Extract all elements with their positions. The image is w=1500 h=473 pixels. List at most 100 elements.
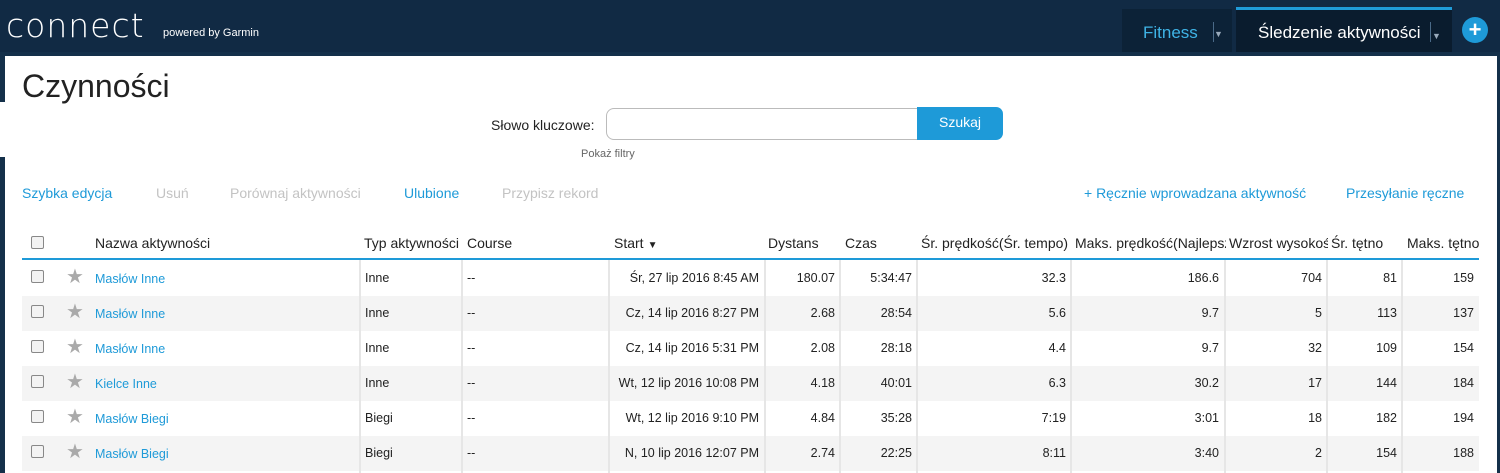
cell-time: 35:28: [880, 411, 912, 425]
favorite-star-icon[interactable]: ★: [66, 372, 84, 392]
page-title: Czynności: [22, 68, 170, 104]
cell-start: Wt, 12 lip 2016 10:08 PM: [618, 376, 759, 390]
cell-avg-hr: 182: [1376, 411, 1397, 425]
cell-avg-hr: 81: [1383, 271, 1397, 285]
nav-divider: [1213, 22, 1214, 42]
nav-activity-tracking[interactable]: Śledzenie aktywności ▼: [1236, 7, 1452, 52]
cell-max-hr: 137: [1453, 306, 1474, 320]
cell-distance: 180.07: [796, 271, 835, 285]
connect-logo[interactable]: connect: [6, 6, 145, 46]
col-header-type[interactable]: Typ aktywności: [364, 235, 461, 251]
cell-type: Inne: [365, 271, 390, 285]
add-plus-button[interactable]: +: [1462, 17, 1488, 43]
search-input[interactable]: [606, 108, 926, 140]
nav-divider: [1430, 22, 1431, 42]
cell-avg-speed: 7:19: [1041, 411, 1066, 425]
cell-time: 28:54: [880, 306, 912, 320]
manual-upload-link[interactable]: Przesyłanie ręczne: [1346, 185, 1464, 201]
nav-fitness-label: Fitness: [1143, 23, 1198, 42]
column-divider: [916, 260, 918, 473]
cell-avg-speed: 32.3: [1041, 271, 1066, 285]
cell-distance: 2.68: [810, 306, 835, 320]
chevron-down-icon[interactable]: ▼: [1214, 29, 1223, 39]
chevron-down-icon[interactable]: ▼: [1432, 31, 1441, 41]
cell-max-hr: 184: [1453, 376, 1474, 390]
activity-name-link[interactable]: Masłów Inne: [95, 307, 165, 321]
top-bar: connect powered by Garmin Fitness ▼ Śled…: [0, 0, 1500, 52]
favorite-star-icon[interactable]: ★: [66, 442, 84, 462]
col-header-start[interactable]: Start ▼: [614, 235, 754, 251]
cell-distance: 4.18: [810, 376, 835, 390]
cell-course: --: [467, 271, 476, 285]
select-all-checkbox[interactable]: [31, 236, 44, 249]
activity-name-link[interactable]: Masłów Inne: [95, 342, 165, 356]
table-header-underline: [22, 258, 1479, 260]
cell-elevation-gain: 18: [1308, 411, 1322, 425]
cell-start: Cz, 14 lip 2016 8:27 PM: [625, 306, 759, 320]
favorite-star-icon[interactable]: ★: [66, 407, 84, 427]
row-checkbox[interactable]: [31, 270, 44, 283]
activity-name-link[interactable]: Kielce Inne: [95, 377, 157, 391]
cell-elevation-gain: 2: [1315, 446, 1322, 460]
cell-max-hr: 188: [1453, 446, 1474, 460]
activity-name-link[interactable]: Masłów Biegi: [95, 412, 169, 426]
column-divider: [359, 260, 361, 473]
cell-time: 40:01: [880, 376, 912, 390]
favorite-star-icon[interactable]: ★: [66, 302, 84, 322]
cell-time: 22:25: [880, 446, 912, 460]
cell-start: N, 10 lip 2016 12:07 PM: [624, 446, 759, 460]
cell-type: Inne: [365, 376, 390, 390]
cell-course: --: [467, 376, 476, 390]
cell-avg-hr: 144: [1376, 376, 1397, 390]
col-header-course[interactable]: Course: [467, 235, 607, 251]
cell-elevation-gain: 17: [1308, 376, 1322, 390]
cell-max-speed: 9.7: [1201, 306, 1219, 320]
search-button[interactable]: Szukaj: [917, 107, 1003, 140]
cell-max-speed: 3:01: [1194, 411, 1219, 425]
favorite-star-icon[interactable]: ★: [66, 267, 84, 287]
col-header-max-hr[interactable]: Maks. tętno: [1407, 235, 1479, 251]
activity-name-link[interactable]: Masłów Inne: [95, 272, 165, 286]
favorite-star-icon[interactable]: ★: [66, 337, 84, 357]
activity-name-link[interactable]: Masłów Biegi: [95, 447, 169, 461]
cell-start: Cz, 14 lip 2016 5:31 PM: [625, 341, 759, 355]
column-divider: [608, 260, 610, 473]
column-divider: [1401, 260, 1403, 473]
cell-avg-hr: 109: [1376, 341, 1397, 355]
cell-type: Biegi: [365, 411, 393, 425]
cell-type: Biegi: [365, 446, 393, 460]
column-divider: [839, 260, 841, 473]
row-checkbox[interactable]: [31, 340, 44, 353]
column-divider: [1224, 260, 1226, 473]
quick-edit-link[interactable]: Szybka edycja: [22, 185, 112, 201]
cell-time: 5:34:47: [870, 271, 912, 285]
assign-record-link[interactable]: Przypisz rekord: [502, 185, 598, 201]
cell-avg-hr: 113: [1377, 306, 1397, 320]
col-header-name[interactable]: Nazwa aktywności: [95, 235, 355, 251]
cell-avg-speed: 6.3: [1048, 376, 1066, 390]
col-header-elevation-gain[interactable]: Wzrost wysokości: [1229, 235, 1328, 251]
row-checkbox[interactable]: [31, 305, 44, 318]
cell-elevation-gain: 704: [1301, 271, 1322, 285]
favorites-link[interactable]: Ulubione: [404, 185, 459, 201]
col-header-avg-speed[interactable]: Śr. prędkość(Śr. tempo): [921, 235, 1072, 251]
cell-distance: 4.84: [810, 411, 835, 425]
cell-course: --: [467, 306, 476, 320]
show-filters-link[interactable]: Pokaż filtry: [581, 148, 635, 160]
col-header-distance[interactable]: Dystans: [768, 235, 838, 251]
col-header-max-speed[interactable]: Maks. prędkość(Najlepsze tempo): [1075, 235, 1226, 251]
cell-type: Inne: [365, 341, 390, 355]
nav-fitness[interactable]: Fitness ▼: [1122, 9, 1232, 52]
manual-activity-link[interactable]: + Ręcznie wprowadzana aktywność: [1084, 185, 1306, 201]
col-header-time[interactable]: Czas: [845, 235, 915, 251]
column-divider: [764, 260, 766, 473]
row-checkbox[interactable]: [31, 410, 44, 423]
cell-max-hr: 159: [1453, 271, 1474, 285]
sort-desc-icon: ▼: [647, 240, 658, 251]
row-checkbox[interactable]: [31, 445, 44, 458]
delete-link[interactable]: Usuń: [156, 185, 189, 201]
nav-tracking-label: Śledzenie aktywności: [1258, 23, 1421, 42]
row-checkbox[interactable]: [31, 375, 44, 388]
col-header-avg-hr[interactable]: Śr. tętno: [1331, 235, 1401, 251]
compare-activities-link[interactable]: Porównaj aktywności: [230, 185, 361, 201]
